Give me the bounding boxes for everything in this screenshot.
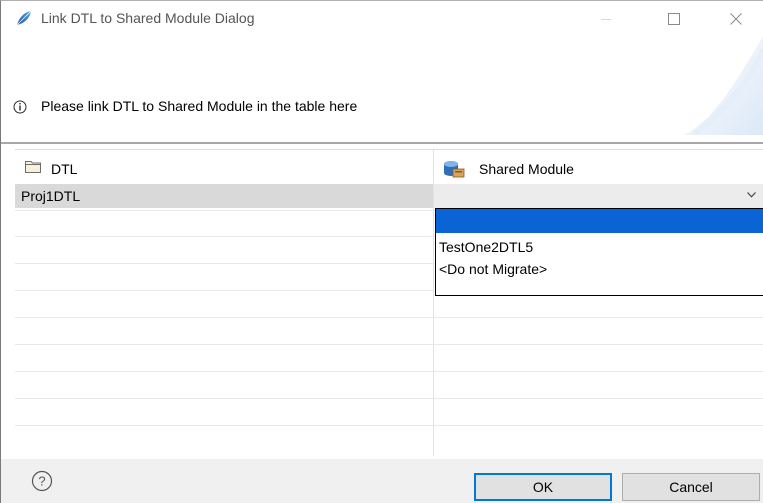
window-title: Link DTL to Shared Module Dialog bbox=[41, 10, 255, 26]
header-separator bbox=[1, 142, 763, 144]
dropdown-option-empty[interactable] bbox=[436, 209, 763, 233]
ok-button[interactable]: OK bbox=[474, 473, 612, 501]
shared-module-icon bbox=[444, 161, 465, 178]
maximize-icon bbox=[668, 13, 680, 25]
close-icon bbox=[730, 13, 742, 25]
dropdown-option[interactable]: TestOne2DTL5 bbox=[436, 235, 763, 259]
column-header-dtl-label: DTL bbox=[51, 161, 78, 177]
shared-module-dropdown-list: TestOne2DTL5 <Do not Migrate> bbox=[435, 208, 763, 296]
shared-module-combo[interactable] bbox=[434, 184, 763, 208]
column-header-shared-module[interactable]: Shared Module bbox=[434, 150, 763, 184]
cancel-button[interactable]: Cancel bbox=[622, 473, 760, 501]
title-bar: Link DTL to Shared Module Dialog bbox=[1, 1, 763, 35]
minimize-button[interactable] bbox=[583, 5, 629, 33]
maximize-button[interactable] bbox=[651, 5, 697, 33]
grid-line bbox=[15, 398, 763, 399]
table-row[interactable]: Proj1DTL bbox=[15, 184, 433, 208]
link-dtl-dialog: Link DTL to Shared Module Dialog Please … bbox=[0, 0, 763, 503]
grid-line bbox=[15, 425, 763, 426]
button-bar: ? OK Cancel bbox=[1, 459, 763, 503]
column-header-shared-module-label: Shared Module bbox=[479, 161, 574, 177]
column-header-dtl[interactable]: DTL bbox=[15, 150, 433, 184]
dropdown-option-label: TestOne2DTL5 bbox=[439, 239, 534, 255]
minimize-icon bbox=[601, 19, 611, 20]
info-icon bbox=[13, 100, 27, 114]
help-icon[interactable]: ? bbox=[31, 470, 53, 492]
chevron-down-icon[interactable] bbox=[747, 192, 756, 198]
grid-line bbox=[15, 344, 763, 345]
banner-area: Please link DTL to Shared Module in the … bbox=[1, 35, 763, 135]
grid-line bbox=[15, 317, 763, 318]
dropdown-option[interactable]: <Do not Migrate> bbox=[436, 257, 763, 281]
dropdown-option-label: <Do not Migrate> bbox=[439, 261, 548, 277]
app-logo-icon bbox=[16, 10, 32, 26]
close-button[interactable] bbox=[713, 5, 759, 33]
grid-line bbox=[15, 371, 763, 372]
banner-decoration bbox=[684, 36, 763, 135]
mapping-table: DTL Shared Module Proj1DTL TestOne2DTL5 … bbox=[15, 149, 763, 456]
banner-message: Please link DTL to Shared Module in the … bbox=[41, 98, 358, 114]
folder-icon bbox=[25, 161, 41, 173]
table-cell-dtl: Proj1DTL bbox=[21, 188, 81, 204]
svg-text:?: ? bbox=[38, 474, 45, 489]
